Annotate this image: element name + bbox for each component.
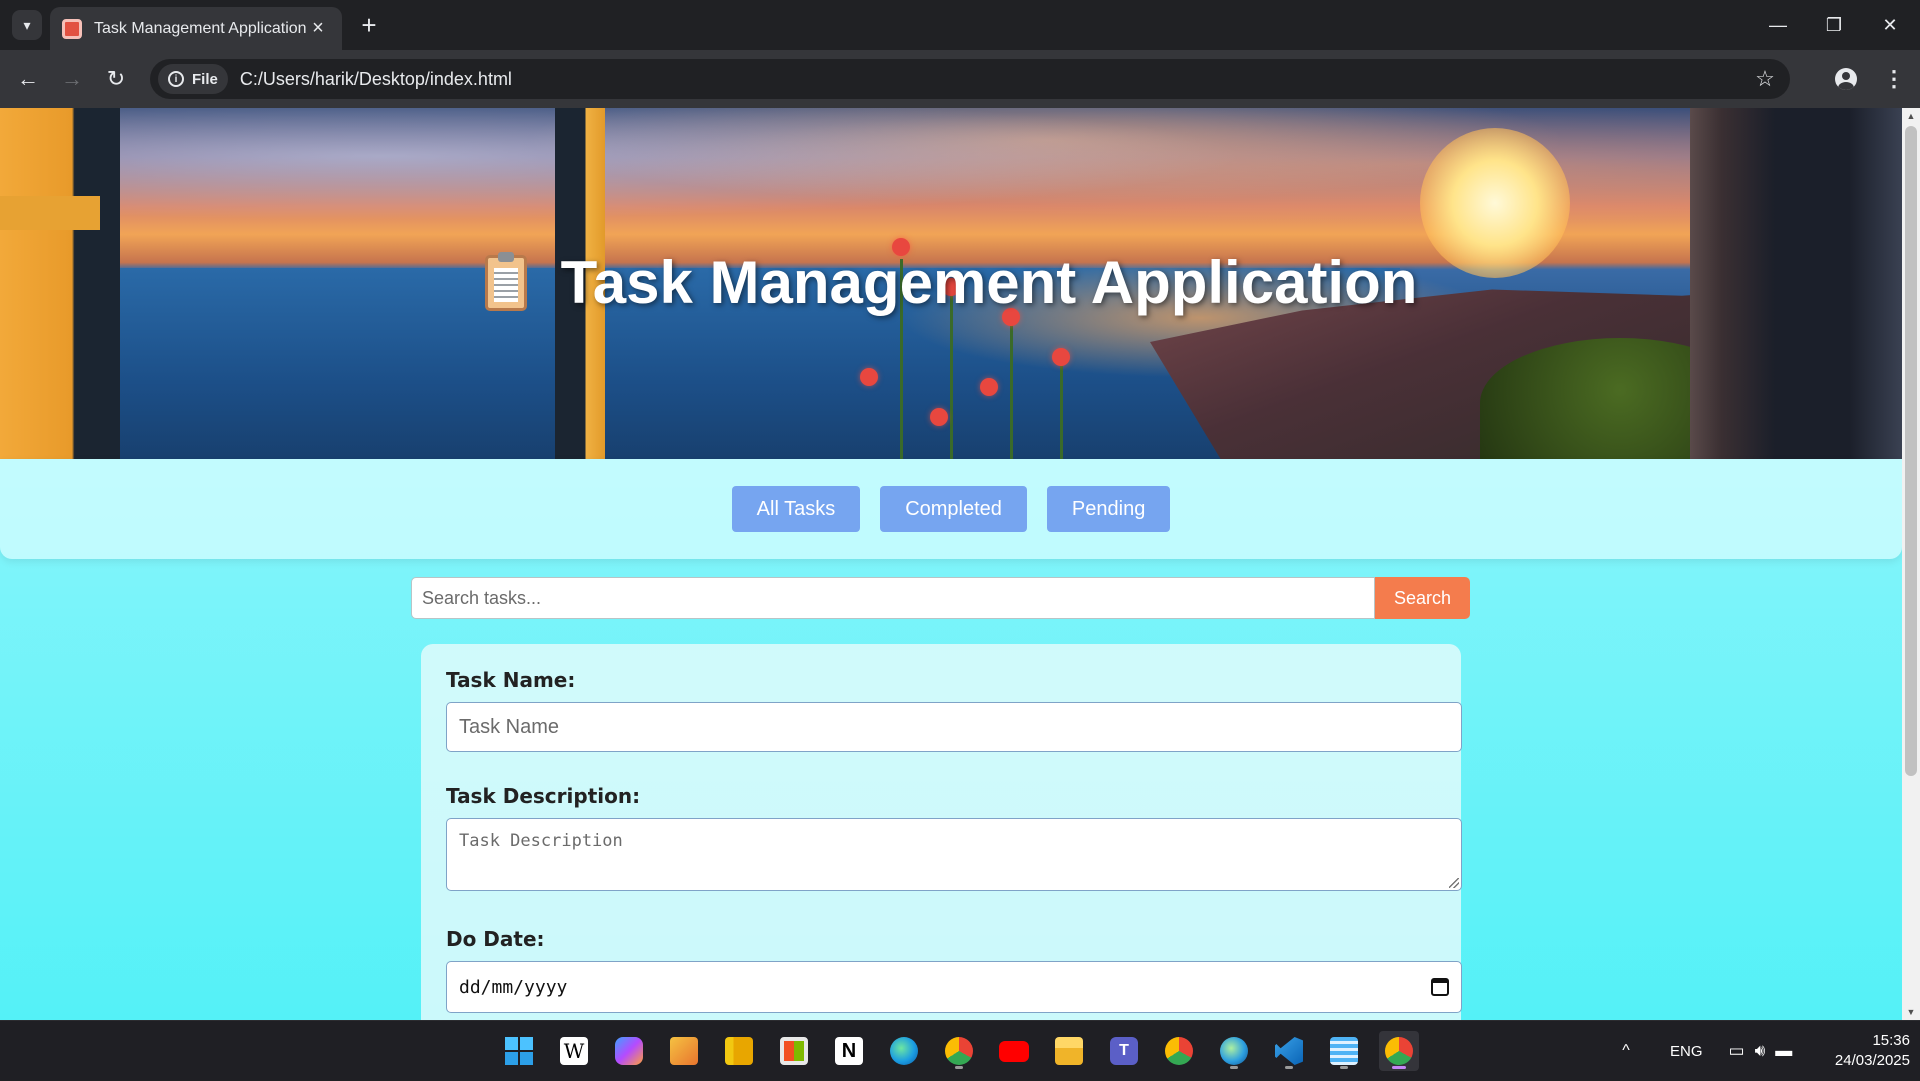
resize-handle-icon[interactable] xyxy=(1449,878,1459,888)
pending-button[interactable]: Pending xyxy=(1046,486,1171,532)
wikipedia-icon[interactable]: W xyxy=(554,1031,594,1071)
browser-tab-strip: ▾ Task Management Application × + — ❐ ✕ xyxy=(0,0,1920,50)
do-date-placeholder: dd/mm/yyyy xyxy=(459,976,568,998)
reload-icon[interactable]: ↻ xyxy=(100,63,132,95)
task-name-input[interactable]: Task Name xyxy=(446,702,1462,752)
page-scrollbar[interactable]: ▲ ▼ xyxy=(1902,108,1920,1020)
tab-title: Task Management Application xyxy=(94,19,306,37)
clipboard-icon xyxy=(484,251,527,311)
edge-icon[interactable] xyxy=(884,1031,924,1071)
language-indicator[interactable]: ENG xyxy=(1670,1043,1703,1060)
close-window-icon[interactable]: ✕ xyxy=(1862,0,1918,50)
snipping-tool-icon[interactable] xyxy=(664,1031,704,1071)
clock-time: 15:36 xyxy=(1872,1032,1910,1049)
chevron-up-icon[interactable]: ^ xyxy=(1610,1042,1642,1060)
search-input[interactable]: Search tasks... xyxy=(411,577,1375,619)
tab-search-icon[interactable]: ▾ xyxy=(12,10,42,40)
browser-toolbar: ← → ↻ i File C:/Users/harik/Desktop/inde… xyxy=(0,50,1920,108)
url-text[interactable]: C:/Users/harik/Desktop/index.html xyxy=(240,69,1748,90)
filter-bar: All Tasks Completed Pending xyxy=(0,459,1902,559)
file-explorer-icon[interactable] xyxy=(1049,1031,1089,1071)
notepad-icon[interactable] xyxy=(1324,1031,1364,1071)
chrome-active-icon[interactable] xyxy=(1379,1031,1419,1071)
battery-icon[interactable]: ▬ xyxy=(1775,1041,1792,1061)
profile-icon[interactable] xyxy=(1830,63,1862,95)
search-row: Search tasks... Search xyxy=(411,577,1470,619)
search-button[interactable]: Search xyxy=(1375,577,1470,619)
network-icon[interactable]: ▭ xyxy=(1729,1041,1745,1061)
task-description-textarea[interactable]: Task Description xyxy=(446,818,1462,891)
more-menu-icon[interactable]: ⋮ xyxy=(1878,63,1910,95)
youtube-icon[interactable] xyxy=(994,1031,1034,1071)
edge-dev-icon[interactable] xyxy=(1214,1031,1254,1071)
page-title: Task Management Application xyxy=(0,248,1902,317)
completed-button[interactable]: Completed xyxy=(880,486,1027,532)
bookmark-star-icon[interactable]: ☆ xyxy=(1748,66,1782,92)
hero-banner: Task Management Application xyxy=(0,108,1902,459)
back-icon[interactable]: ← xyxy=(12,63,44,95)
page-viewport: Task Management Application All Tasks Co… xyxy=(0,108,1902,1020)
do-date-label: Do Date: xyxy=(446,927,545,951)
search-placeholder: Search tasks... xyxy=(422,587,542,608)
system-tray: ^ ENG ▭ 🔊︎ ▬ xyxy=(1610,1021,1792,1081)
info-icon: i xyxy=(168,71,184,87)
notion-icon[interactable]: N xyxy=(829,1031,869,1071)
address-bar[interactable]: i File C:/Users/harik/Desktop/index.html… xyxy=(150,59,1790,99)
restore-icon[interactable]: ❐ xyxy=(1806,0,1862,50)
do-date-input[interactable]: dd/mm/yyyy xyxy=(446,961,1462,1013)
new-tab-icon[interactable]: + xyxy=(352,8,386,42)
minimize-icon[interactable]: — xyxy=(1750,0,1806,50)
chrome-profile-icon[interactable] xyxy=(939,1031,979,1071)
start-icon[interactable] xyxy=(499,1031,539,1071)
site-info-chip[interactable]: i File xyxy=(158,64,228,94)
vscode-icon[interactable] xyxy=(1269,1031,1309,1071)
windows-taskbar: W N T ^ ENG ▭ 🔊︎ ▬ 15:36 24/03/2025 xyxy=(0,1020,1920,1080)
site-info-label: File xyxy=(192,70,218,88)
scroll-thumb[interactable] xyxy=(1905,126,1917,776)
power-bi-icon[interactable] xyxy=(719,1031,759,1071)
microsoft-store-icon[interactable] xyxy=(774,1031,814,1071)
teams-icon[interactable]: T xyxy=(1104,1031,1144,1071)
task-description-placeholder: Task Description xyxy=(459,831,623,851)
all-tasks-button[interactable]: All Tasks xyxy=(731,486,861,532)
task-description-label: Task Description: xyxy=(446,784,641,808)
page-title-text: Task Management Application xyxy=(560,249,1418,316)
scroll-up-icon[interactable]: ▲ xyxy=(1902,108,1920,124)
forward-icon[interactable]: → xyxy=(56,63,88,95)
clock[interactable]: 15:36 24/03/2025 xyxy=(1810,1031,1910,1071)
clock-date: 24/03/2025 xyxy=(1834,1052,1910,1069)
calendar-icon[interactable] xyxy=(1431,978,1449,996)
tab-favicon-icon xyxy=(62,18,82,39)
volume-icon[interactable]: 🔊︎ xyxy=(1755,1041,1766,1061)
task-name-placeholder: Task Name xyxy=(459,715,560,738)
task-form: Task Name: Task Name Task Description: T… xyxy=(421,644,1462,1020)
browser-tab[interactable]: Task Management Application × xyxy=(50,7,342,50)
scroll-down-icon[interactable]: ▼ xyxy=(1902,1004,1920,1020)
task-name-label: Task Name: xyxy=(446,668,576,692)
tab-close-icon[interactable]: × xyxy=(306,17,330,40)
chrome-icon[interactable] xyxy=(1159,1031,1199,1071)
copilot-icon[interactable] xyxy=(609,1031,649,1071)
